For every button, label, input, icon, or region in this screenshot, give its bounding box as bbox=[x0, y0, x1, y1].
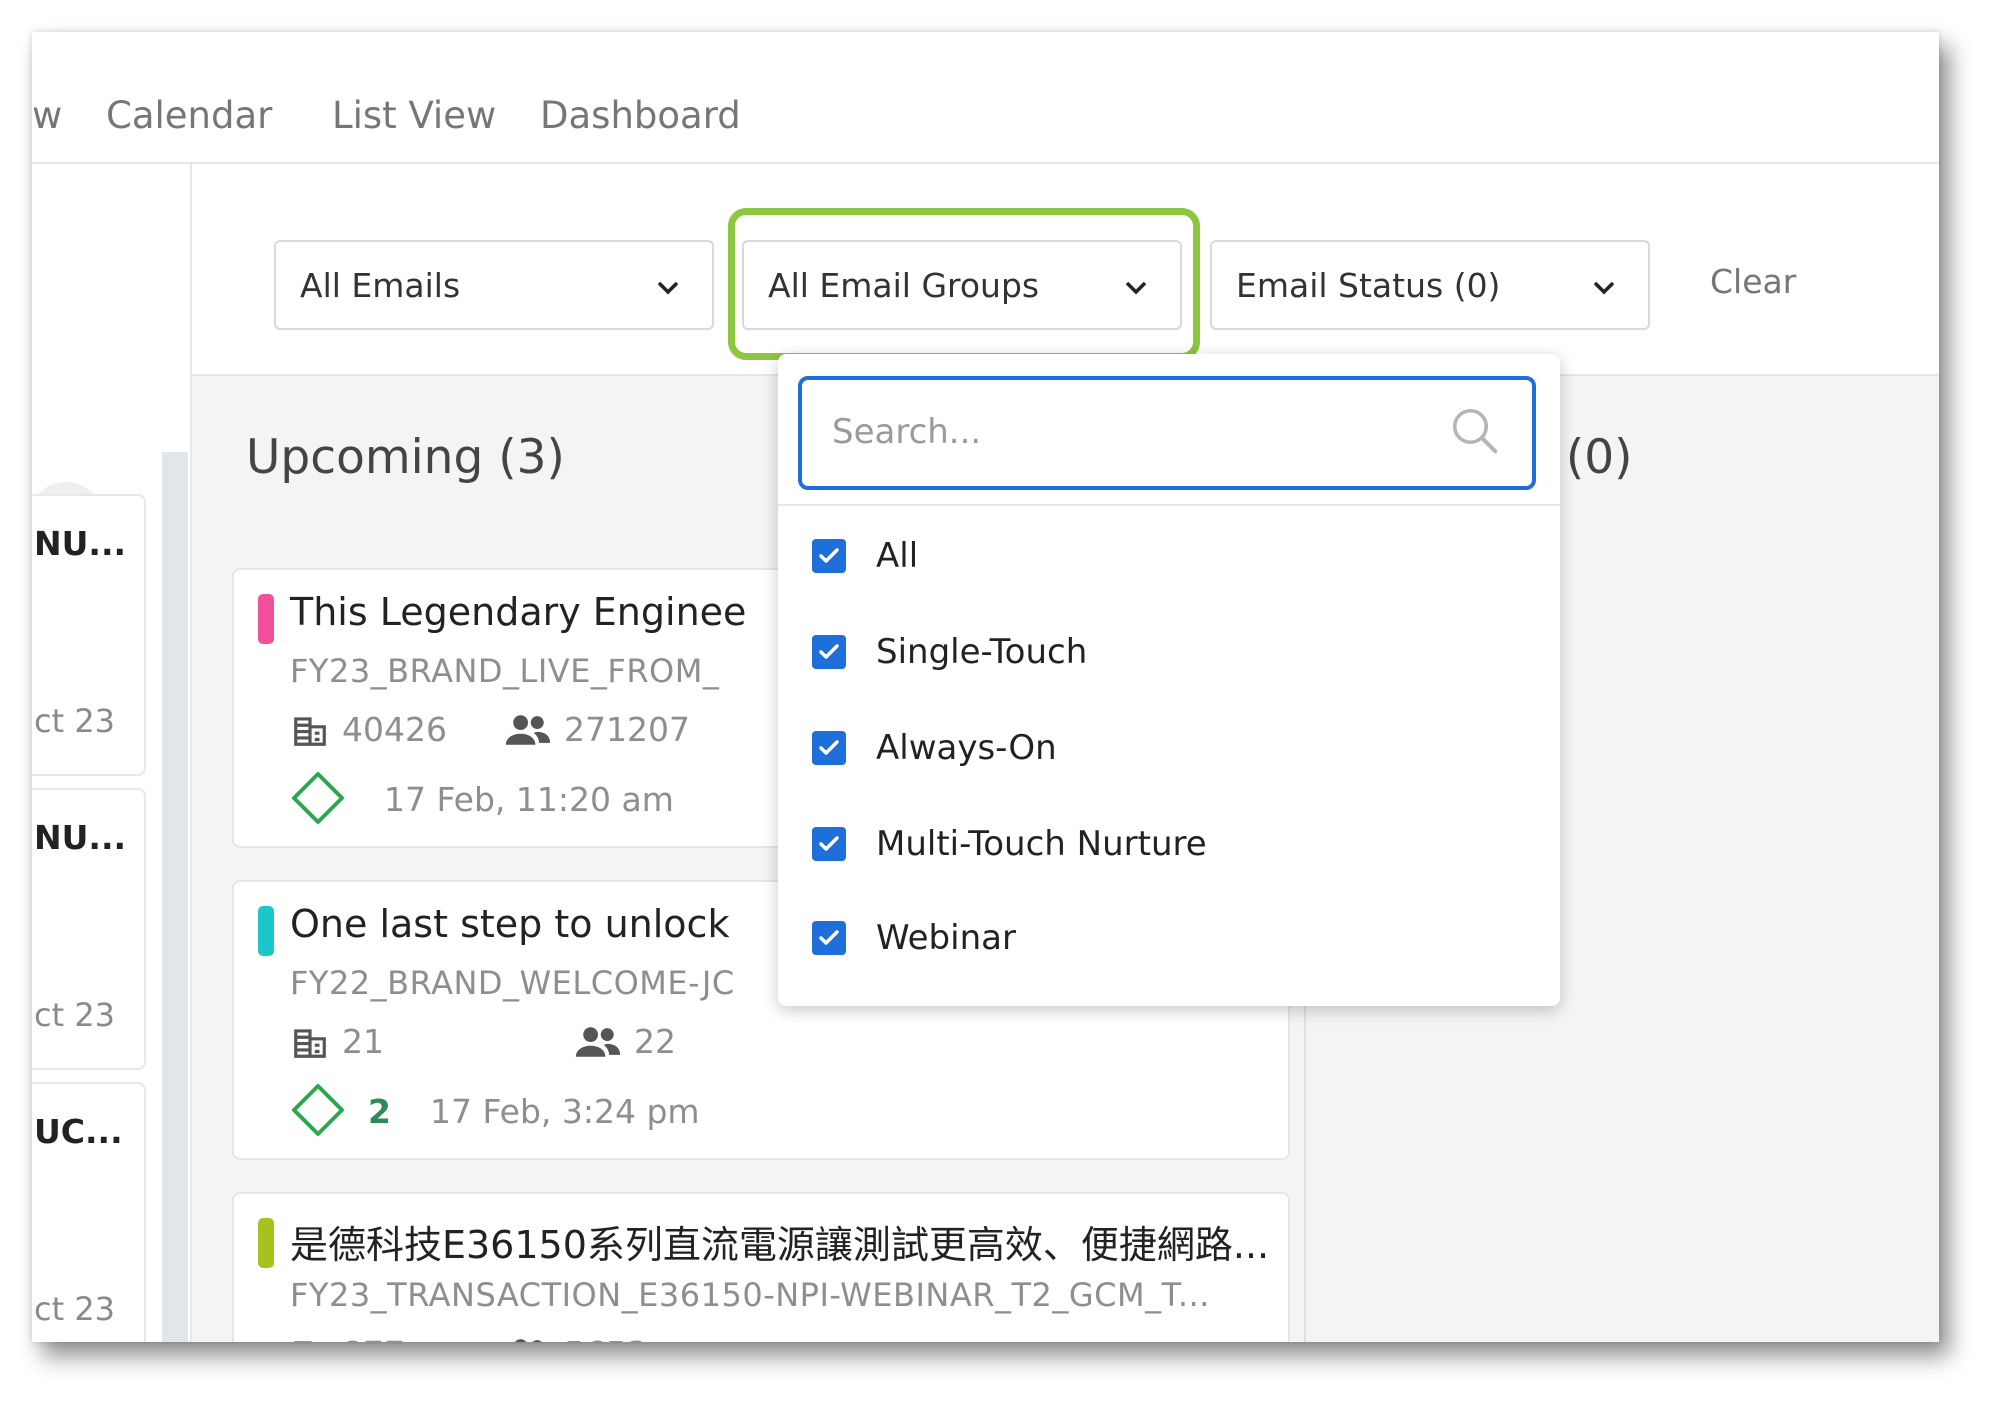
clear-button[interactable]: Clear bbox=[1710, 262, 1796, 301]
all-emails-label: All Emails bbox=[300, 266, 461, 305]
card-color-bar bbox=[258, 1218, 274, 1268]
chevron-down-icon bbox=[657, 281, 679, 295]
checkbox-checked[interactable] bbox=[812, 539, 846, 573]
accounts-stat: 21 bbox=[290, 1022, 384, 1061]
card-code: FY23_BRAND_LIVE_FROM_ bbox=[290, 652, 720, 690]
left-card-date: ct 23 bbox=[34, 996, 116, 1034]
diamond-icon bbox=[292, 1084, 344, 1136]
building-icon bbox=[294, 716, 326, 746]
diamond-icon bbox=[292, 772, 344, 824]
card-color-bar bbox=[258, 906, 274, 956]
left-card-title: NU... bbox=[34, 818, 127, 857]
card-code: FY22_BRAND_WELCOME-JC bbox=[290, 964, 735, 1002]
search-icon bbox=[1452, 408, 1498, 454]
nav-tab-list-view[interactable]: List View bbox=[332, 94, 496, 137]
accounts-count: 877 bbox=[342, 1334, 405, 1342]
left-scroll-strip bbox=[162, 452, 188, 1342]
checkbox-checked[interactable] bbox=[812, 731, 846, 765]
contacts-count: 5653 bbox=[564, 1334, 648, 1342]
card-date: 17 Feb, 3:24 pm bbox=[430, 1092, 700, 1131]
left-card-title: NU... bbox=[34, 524, 127, 563]
left-card-title: UC... bbox=[34, 1112, 123, 1151]
email-card[interactable]: 是德科技E36150系列直流電源讓測試更高效、便捷網路... FY23_TRAN… bbox=[232, 1192, 1290, 1342]
contacts-stat: 5653 bbox=[504, 1334, 648, 1342]
upcoming-column-title: Upcoming (3) bbox=[246, 430, 565, 485]
contacts-stat: 22 bbox=[574, 1022, 676, 1061]
people-icon bbox=[575, 1026, 621, 1057]
option-label: Single-Touch bbox=[876, 632, 1088, 672]
card-count: 2 bbox=[368, 1092, 391, 1131]
card-code: FY23_TRANSACTION_E36150-NPI-WEBINAR_T2_G… bbox=[290, 1276, 1210, 1314]
option-label: Multi-Touch Nurture bbox=[876, 824, 1207, 864]
panel-divider bbox=[778, 504, 1560, 506]
check-icon bbox=[819, 740, 839, 755]
all-emails-dropdown[interactable]: All Emails bbox=[274, 240, 714, 330]
people-icon bbox=[514, 1338, 543, 1342]
highlight-frame bbox=[728, 208, 1200, 360]
check-icon bbox=[819, 548, 839, 563]
checkbox-checked[interactable] bbox=[812, 827, 846, 861]
top-nav: w Calendar List View Dashboard bbox=[32, 32, 1939, 164]
accounts-count: 21 bbox=[342, 1022, 384, 1061]
nav-tab-overview[interactable]: w bbox=[32, 94, 62, 137]
check-icon bbox=[819, 930, 839, 945]
left-card[interactable]: UC... ct 23 bbox=[32, 1082, 146, 1342]
left-card-date: ct 23 bbox=[34, 1290, 116, 1328]
contacts-stat: 271207 bbox=[504, 710, 690, 749]
email-status-label: Email Status (0) bbox=[1236, 266, 1501, 305]
nav-tab-dashboard[interactable]: Dashboard bbox=[540, 94, 741, 137]
email-status-dropdown[interactable]: Email Status (0) bbox=[1210, 240, 1650, 330]
card-title: One last step to unlock bbox=[290, 902, 730, 946]
nav-tab-calendar[interactable]: Calendar bbox=[106, 94, 272, 137]
left-card[interactable]: NU... ct 23 bbox=[32, 494, 146, 776]
card-title: This Legendary Enginee bbox=[290, 590, 747, 634]
card-title: 是德科技E36150系列直流電源讓測試更高效、便捷網路... bbox=[290, 1223, 1270, 1267]
accounts-stat: 877 bbox=[290, 1334, 405, 1342]
chevron-down-icon bbox=[1593, 281, 1615, 295]
building-icon bbox=[294, 1340, 312, 1342]
accounts-count: 40426 bbox=[342, 710, 447, 749]
app-window: w Calendar List View Dashboard NU... ct … bbox=[32, 32, 1939, 1342]
contacts-count: 22 bbox=[634, 1022, 676, 1061]
search-box bbox=[798, 376, 1536, 490]
people-icon bbox=[505, 714, 551, 745]
option-label: All bbox=[876, 536, 919, 576]
option-single-touch[interactable]: Single-Touch bbox=[812, 622, 1087, 682]
option-label: Always-On bbox=[876, 728, 1057, 768]
option-all[interactable]: All bbox=[812, 526, 918, 586]
check-icon bbox=[819, 836, 839, 851]
option-multi-touch-nurture[interactable]: Multi-Touch Nurture bbox=[812, 814, 1207, 874]
option-webinar[interactable]: Webinar bbox=[812, 908, 1016, 968]
contacts-count: 271207 bbox=[564, 710, 690, 749]
search-input[interactable] bbox=[830, 406, 1394, 458]
option-always-on[interactable]: Always-On bbox=[812, 718, 1057, 778]
card-date: 17 Feb, 11:20 am bbox=[384, 780, 674, 819]
filter-bar: All Emails All Email Groups Email Status… bbox=[192, 164, 1939, 376]
checkbox-checked[interactable] bbox=[812, 921, 846, 955]
email-groups-panel: All Single-Touch Always-On Multi-Touch N… bbox=[778, 354, 1560, 1006]
option-label: Webinar bbox=[876, 918, 1016, 958]
check-icon bbox=[819, 644, 839, 659]
card-color-bar bbox=[258, 594, 274, 644]
left-card[interactable]: NU... ct 23 bbox=[32, 788, 146, 1070]
accounts-stat: 40426 bbox=[290, 710, 447, 749]
left-card-date: ct 23 bbox=[34, 702, 116, 740]
building-icon bbox=[294, 1028, 326, 1058]
checkbox-checked[interactable] bbox=[812, 635, 846, 669]
